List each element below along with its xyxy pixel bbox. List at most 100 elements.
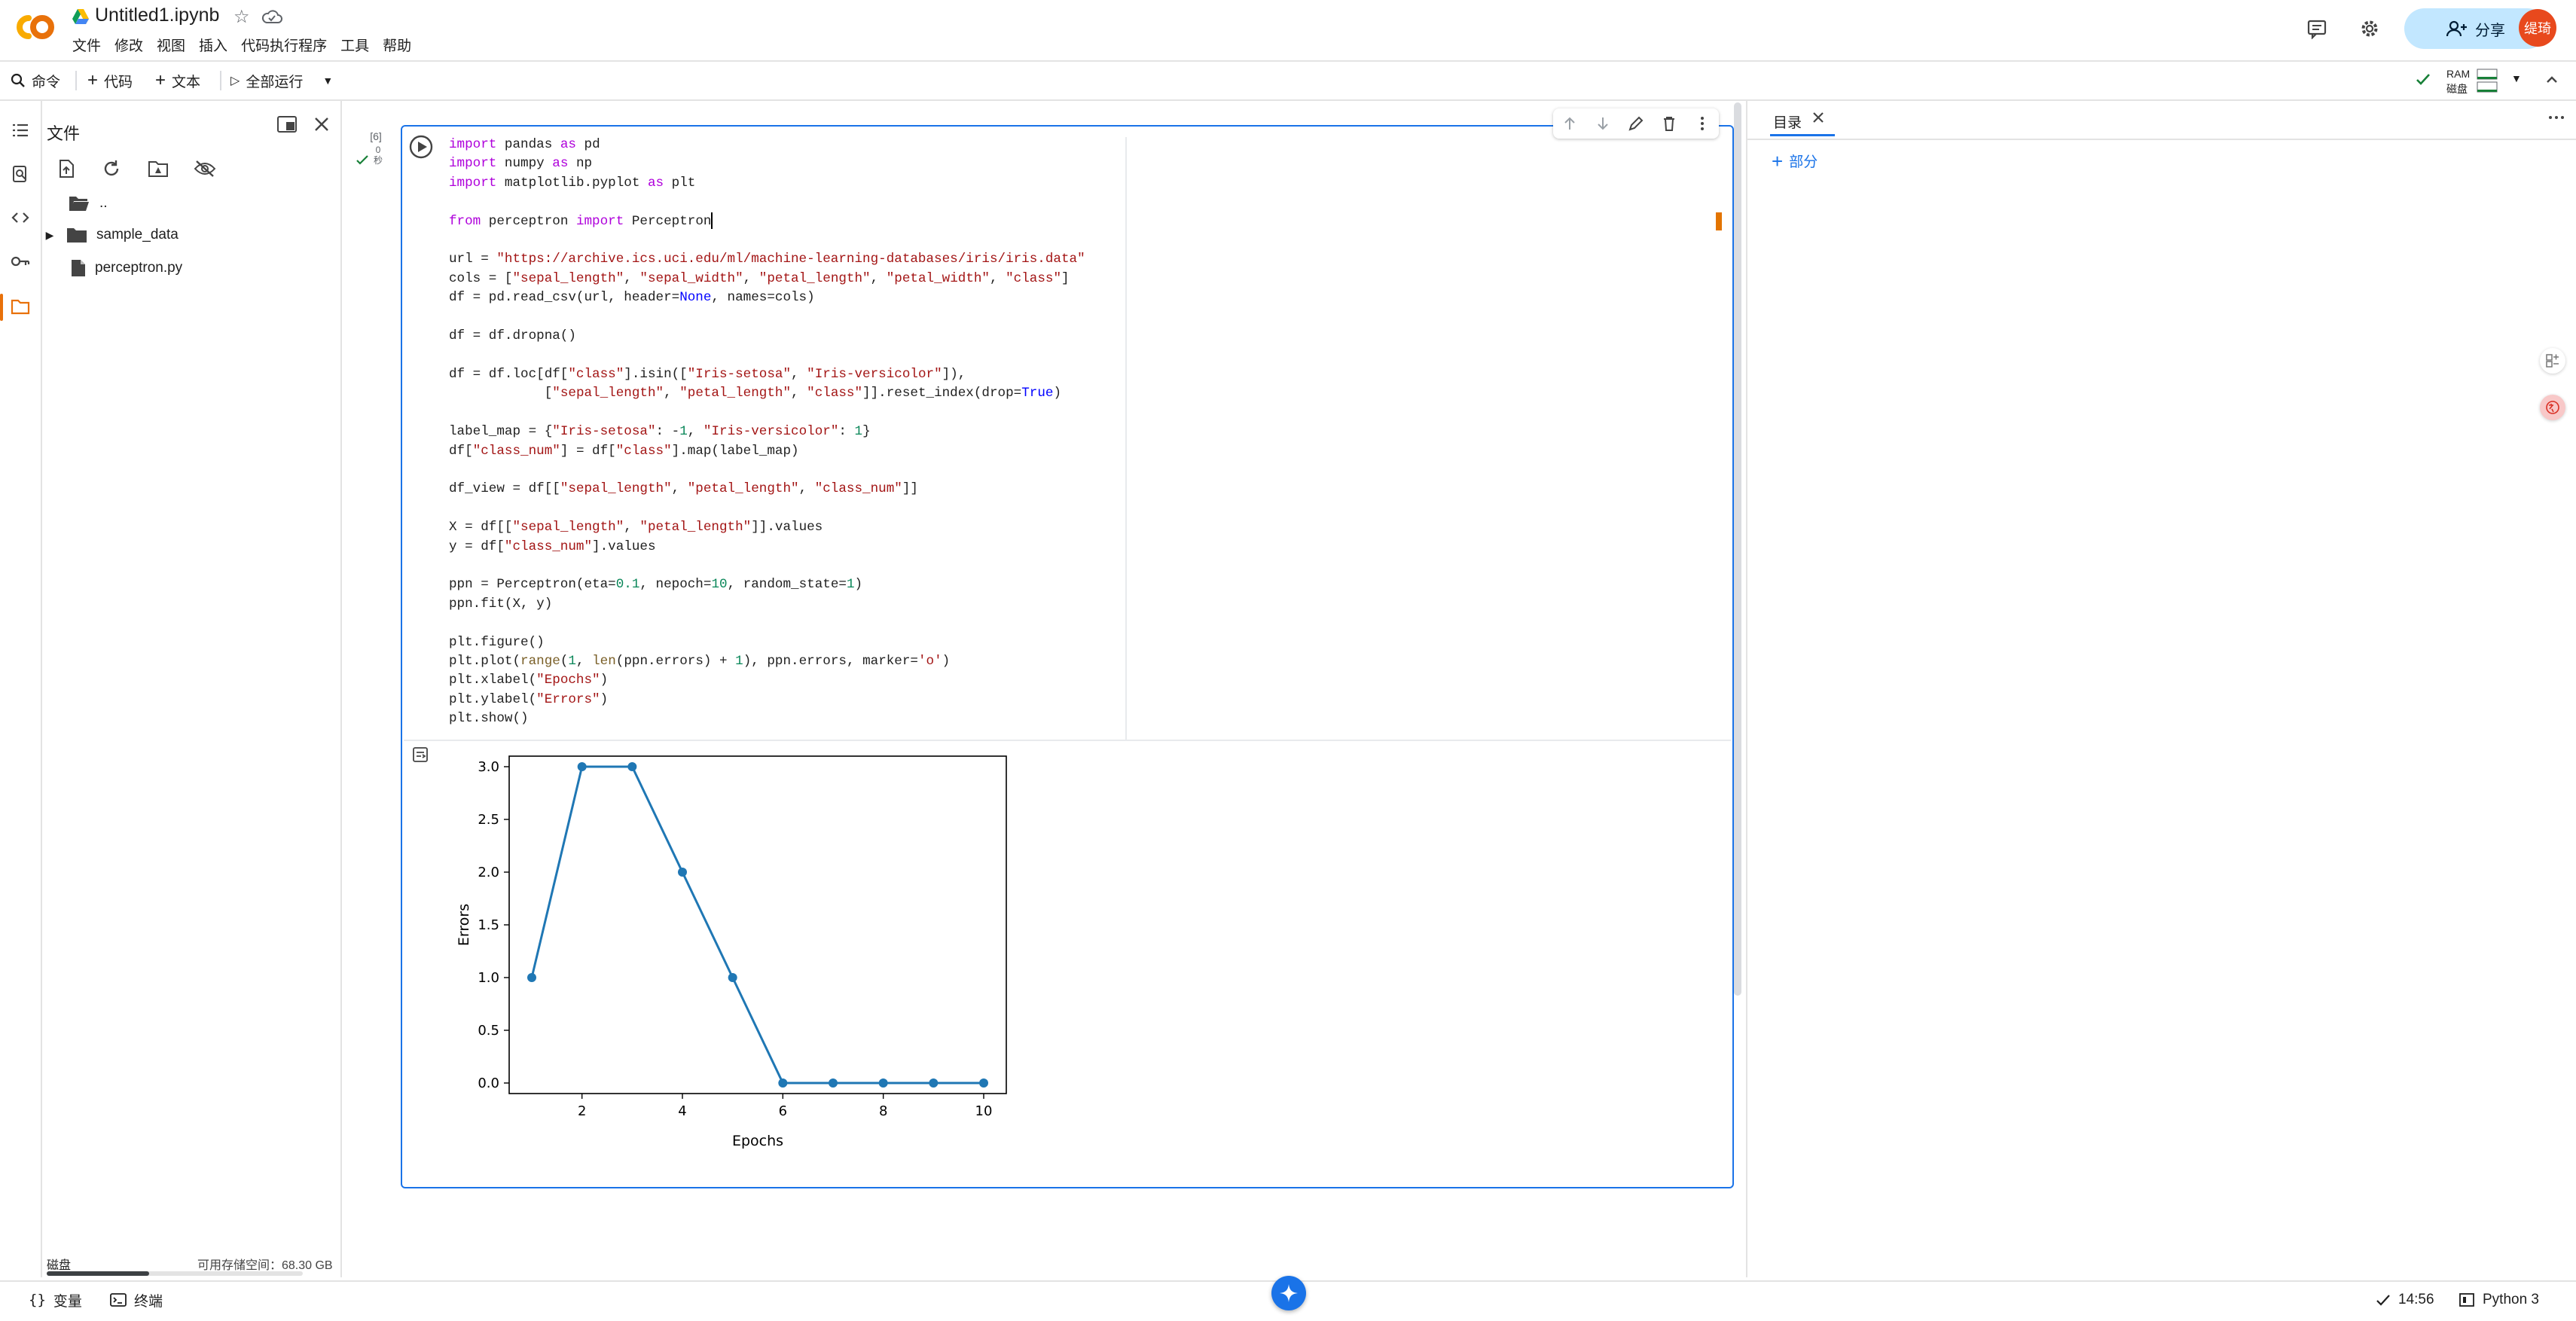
menu-runtime[interactable]: 代码执行程序 <box>241 35 327 55</box>
sparkle-icon <box>1280 1284 1298 1302</box>
plus-icon: + <box>1772 149 1784 172</box>
file-tree-label: perceptron.py <box>95 260 183 276</box>
star-icon[interactable]: ☆ <box>233 6 250 28</box>
menu-file[interactable]: 文件 <box>72 35 101 55</box>
command-palette-button[interactable]: 命令 <box>11 62 60 99</box>
scrollbar-marker <box>1716 212 1722 230</box>
upload-file-icon[interactable] <box>53 155 80 182</box>
connected-check-icon <box>2415 71 2431 87</box>
cell-toolbar <box>1553 108 1719 139</box>
move-up-icon[interactable] <box>1561 115 1578 132</box>
gear-icon[interactable] <box>2353 12 2386 45</box>
variables-button[interactable]: {} 变量 <box>29 1282 82 1318</box>
data-point <box>829 1078 838 1088</box>
disk-available-text: 可用存储空间：68.30 GB <box>197 1259 333 1272</box>
delete-icon[interactable] <box>1661 115 1677 132</box>
toc-panel <box>1746 101 2576 1277</box>
side-action-translate-icon[interactable] <box>2540 395 2565 420</box>
menu-help[interactable]: 帮助 <box>383 35 411 55</box>
more-vert-icon[interactable] <box>1694 115 1711 132</box>
resource-monitor[interactable]: RAM 磁盘 <box>2446 65 2502 98</box>
add-code-button[interactable]: + 代码 <box>87 62 133 99</box>
runtime-status[interactable]: 14:56 <box>2376 1282 2434 1318</box>
run-all-button[interactable]: ▷ 全部运行 ▼ <box>230 62 333 99</box>
files-folder-icon[interactable] <box>8 294 33 319</box>
run-all-label: 全部运行 <box>246 74 304 90</box>
account-avatar[interactable]: 缇琦 <box>2519 9 2556 47</box>
runtime-type[interactable]: Python 3 <box>2458 1282 2539 1318</box>
menu-edit[interactable]: 修改 <box>114 35 143 55</box>
notebook-title[interactable]: Untitled1.ipynb <box>95 5 219 26</box>
secrets-key-icon[interactable] <box>8 249 33 274</box>
menu-insert[interactable]: 插入 <box>199 35 227 55</box>
y-tick-label: 2.0 <box>478 865 499 880</box>
colab-logo[interactable] <box>12 11 57 44</box>
menu-tools[interactable]: 工具 <box>340 35 369 55</box>
plus-icon: + <box>155 70 166 90</box>
hide-files-eye-icon[interactable] <box>191 155 218 182</box>
x-tick-label: 6 <box>779 1103 787 1119</box>
x-tick-label: 8 <box>879 1103 887 1119</box>
add-section-label: 部分 <box>1789 154 1818 170</box>
move-down-icon[interactable] <box>1595 115 1611 132</box>
y-tick-label: 0.5 <box>478 1023 499 1039</box>
refresh-icon[interactable] <box>98 155 125 182</box>
edit-pen-icon[interactable] <box>1628 115 1644 132</box>
data-point <box>979 1078 988 1088</box>
side-action-layout-icon[interactable] <box>2540 348 2565 374</box>
gemini-sparkle-button[interactable] <box>1271 1276 1306 1310</box>
caret-down-icon[interactable]: ▼ <box>322 75 333 87</box>
execution-time: 0 秒 <box>374 145 383 166</box>
comments-icon[interactable] <box>2300 12 2333 45</box>
toolbar-divider <box>75 71 77 90</box>
caret-right-icon[interactable]: ▶ <box>42 229 57 242</box>
errors-series-line <box>530 765 984 1085</box>
cloud-saved-icon[interactable] <box>261 8 283 27</box>
execution-time-value: 0 <box>375 145 381 155</box>
file-tree-item-parent[interactable]: .. <box>68 188 108 218</box>
code-editor[interactable]: import pandas as pd import numpy as np i… <box>449 136 1127 738</box>
x-tick-label: 4 <box>678 1103 686 1119</box>
mount-drive-icon[interactable] <box>145 155 172 182</box>
add-person-icon <box>2446 20 2467 37</box>
run-cell-button[interactable] <box>409 135 433 159</box>
code-snippets-icon[interactable] <box>8 205 33 230</box>
folder-icon <box>67 228 87 243</box>
y-tick-label: 0.0 <box>478 1075 499 1091</box>
chevron-up-icon[interactable] <box>2544 72 2559 87</box>
ram-label: RAM <box>2446 68 2471 80</box>
execution-count: [6] <box>370 130 382 142</box>
toc-icon[interactable] <box>8 117 33 143</box>
notebook-scrollbar[interactable] <box>1734 102 1741 996</box>
menu-view[interactable]: 视图 <box>157 35 185 55</box>
more-horiz-icon[interactable] <box>2547 110 2565 125</box>
open-in-tab-icon[interactable] <box>276 114 298 134</box>
data-point <box>627 762 637 771</box>
search-icon <box>11 73 25 87</box>
files-panel-title: 文件 <box>47 124 81 143</box>
file-tree-item-sample-data[interactable]: ▶ sample_data <box>42 220 179 250</box>
close-icon[interactable] <box>1811 110 1826 125</box>
add-text-button[interactable]: + 文本 <box>155 62 200 99</box>
active-tab-indicator <box>1770 134 1835 136</box>
terminal-button[interactable]: 终端 <box>110 1282 163 1318</box>
data-point <box>577 762 587 771</box>
execution-success-icon <box>356 154 369 167</box>
add-section-button[interactable]: + 部分 <box>1772 151 1818 171</box>
y-axis-label: Errors <box>456 904 472 946</box>
file-icon <box>72 260 85 276</box>
close-icon[interactable] <box>312 114 331 134</box>
file-tree-item-perceptron[interactable]: perceptron.py <box>71 253 182 283</box>
data-point <box>527 973 536 982</box>
editor-ruler <box>1125 137 1127 740</box>
tab-toc[interactable]: 目录 <box>1773 111 1802 132</box>
output-actions-icon[interactable] <box>411 746 429 764</box>
y-tick-label: 1.5 <box>478 917 499 933</box>
x-tick-label: 10 <box>975 1103 993 1119</box>
connect-dropdown-icon[interactable]: ▼ <box>2511 72 2522 84</box>
code-text[interactable]: import pandas as pd import numpy as np i… <box>449 136 1127 729</box>
data-point <box>929 1078 939 1088</box>
find-replace-icon[interactable] <box>8 161 33 187</box>
left-rail <box>0 101 42 1277</box>
resource-bars-icon <box>2477 69 2498 93</box>
